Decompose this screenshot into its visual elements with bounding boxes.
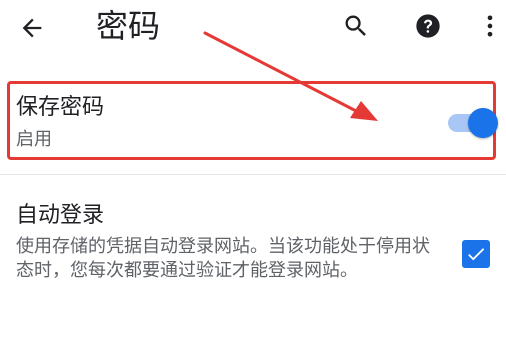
more-vert-icon	[487, 15, 493, 37]
help-icon	[416, 14, 440, 38]
more-options-button[interactable]	[470, 6, 506, 46]
arrow-left-icon	[22, 18, 42, 38]
save-passwords-toggle[interactable]	[446, 106, 498, 140]
annotation-highlight-box	[7, 81, 496, 160]
checkmark-icon	[468, 248, 485, 261]
search-icon	[345, 15, 366, 36]
divider	[0, 174, 506, 175]
app-bar: 密码	[0, 0, 506, 56]
search-button[interactable]	[336, 6, 376, 46]
auto-sign-in-description: 使用存储的凭据自动登录网站。当该功能处于停用状态时，您每次都要通过验证才能登录网…	[16, 236, 430, 281]
help-button[interactable]	[408, 6, 448, 46]
passwords-settings-screen: 密码 保存密码 启用 自动登录 使用存储的凭据自动登录网站。当该功能处于停用状态…	[0, 0, 506, 342]
auto-sign-in-label: 自动登录	[16, 203, 105, 228]
page-title: 密码	[96, 7, 161, 45]
toggle-thumb	[468, 108, 498, 138]
back-button[interactable]	[12, 8, 52, 48]
auto-sign-in-checkbox[interactable]	[462, 240, 490, 268]
